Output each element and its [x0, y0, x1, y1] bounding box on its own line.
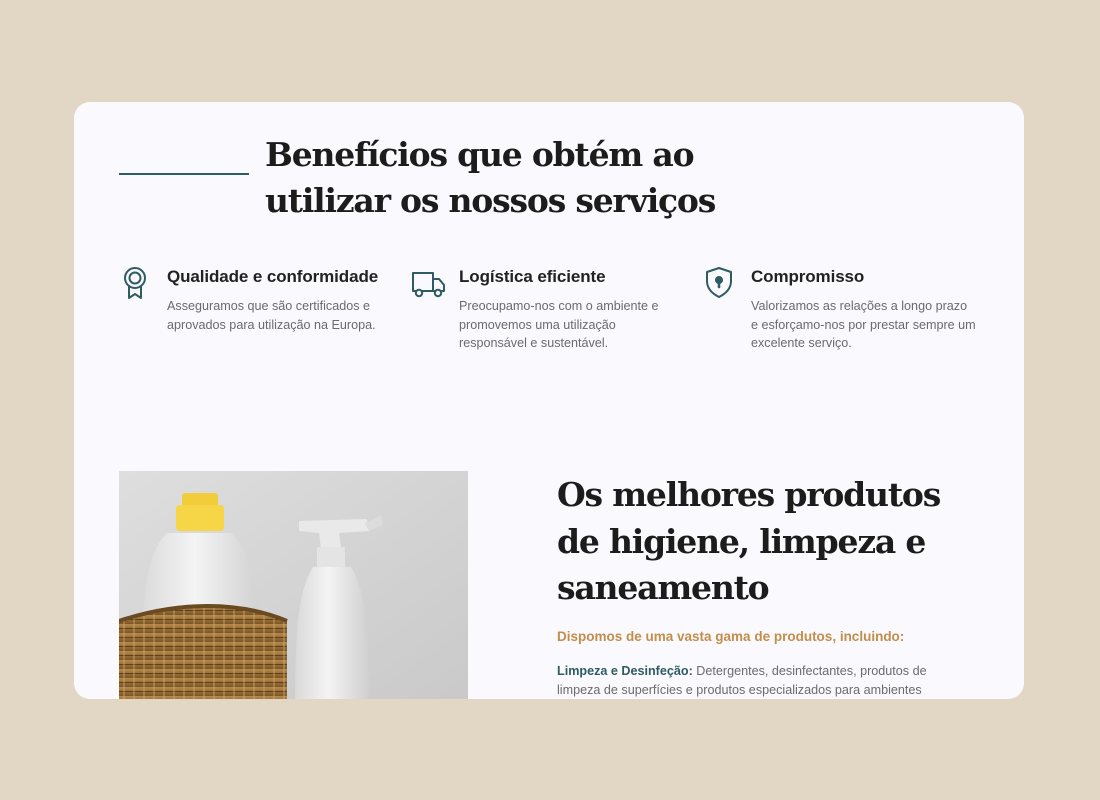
products-subtitle: Dispomos de uma vasta gama de produtos, …	[557, 629, 905, 644]
product-category-term: Limpeza e Desinfeção:	[557, 664, 693, 678]
feature-text: Preocupamo-nos com o ambiente e promovem…	[459, 299, 659, 351]
feature-title: Qualidade e conformidade	[167, 267, 379, 286]
benefits-title: Benefícios que obtém ao utilizar os noss…	[265, 135, 716, 220]
title-accent-line	[119, 173, 249, 175]
award-ribbon-icon	[119, 266, 151, 305]
feature-title: Logística eficiente	[459, 267, 606, 286]
content-card: Benefícios que obtém ao utilizar os noss…	[74, 102, 1024, 699]
delivery-truck-icon	[411, 266, 447, 305]
cleaning-products-photo	[119, 471, 468, 699]
product-category-item: Limpeza e Desinfeção: Detergentes, desin…	[557, 662, 957, 699]
products-title: Os melhores produtos de higiene, limpeza…	[557, 475, 941, 607]
feature-text: Asseguramos que são certificados e aprov…	[167, 299, 376, 332]
feature-text: Valorizamos as relações a longo prazo e …	[751, 299, 976, 351]
feature-title: Compromisso	[751, 267, 865, 286]
shield-lock-icon	[703, 266, 735, 305]
